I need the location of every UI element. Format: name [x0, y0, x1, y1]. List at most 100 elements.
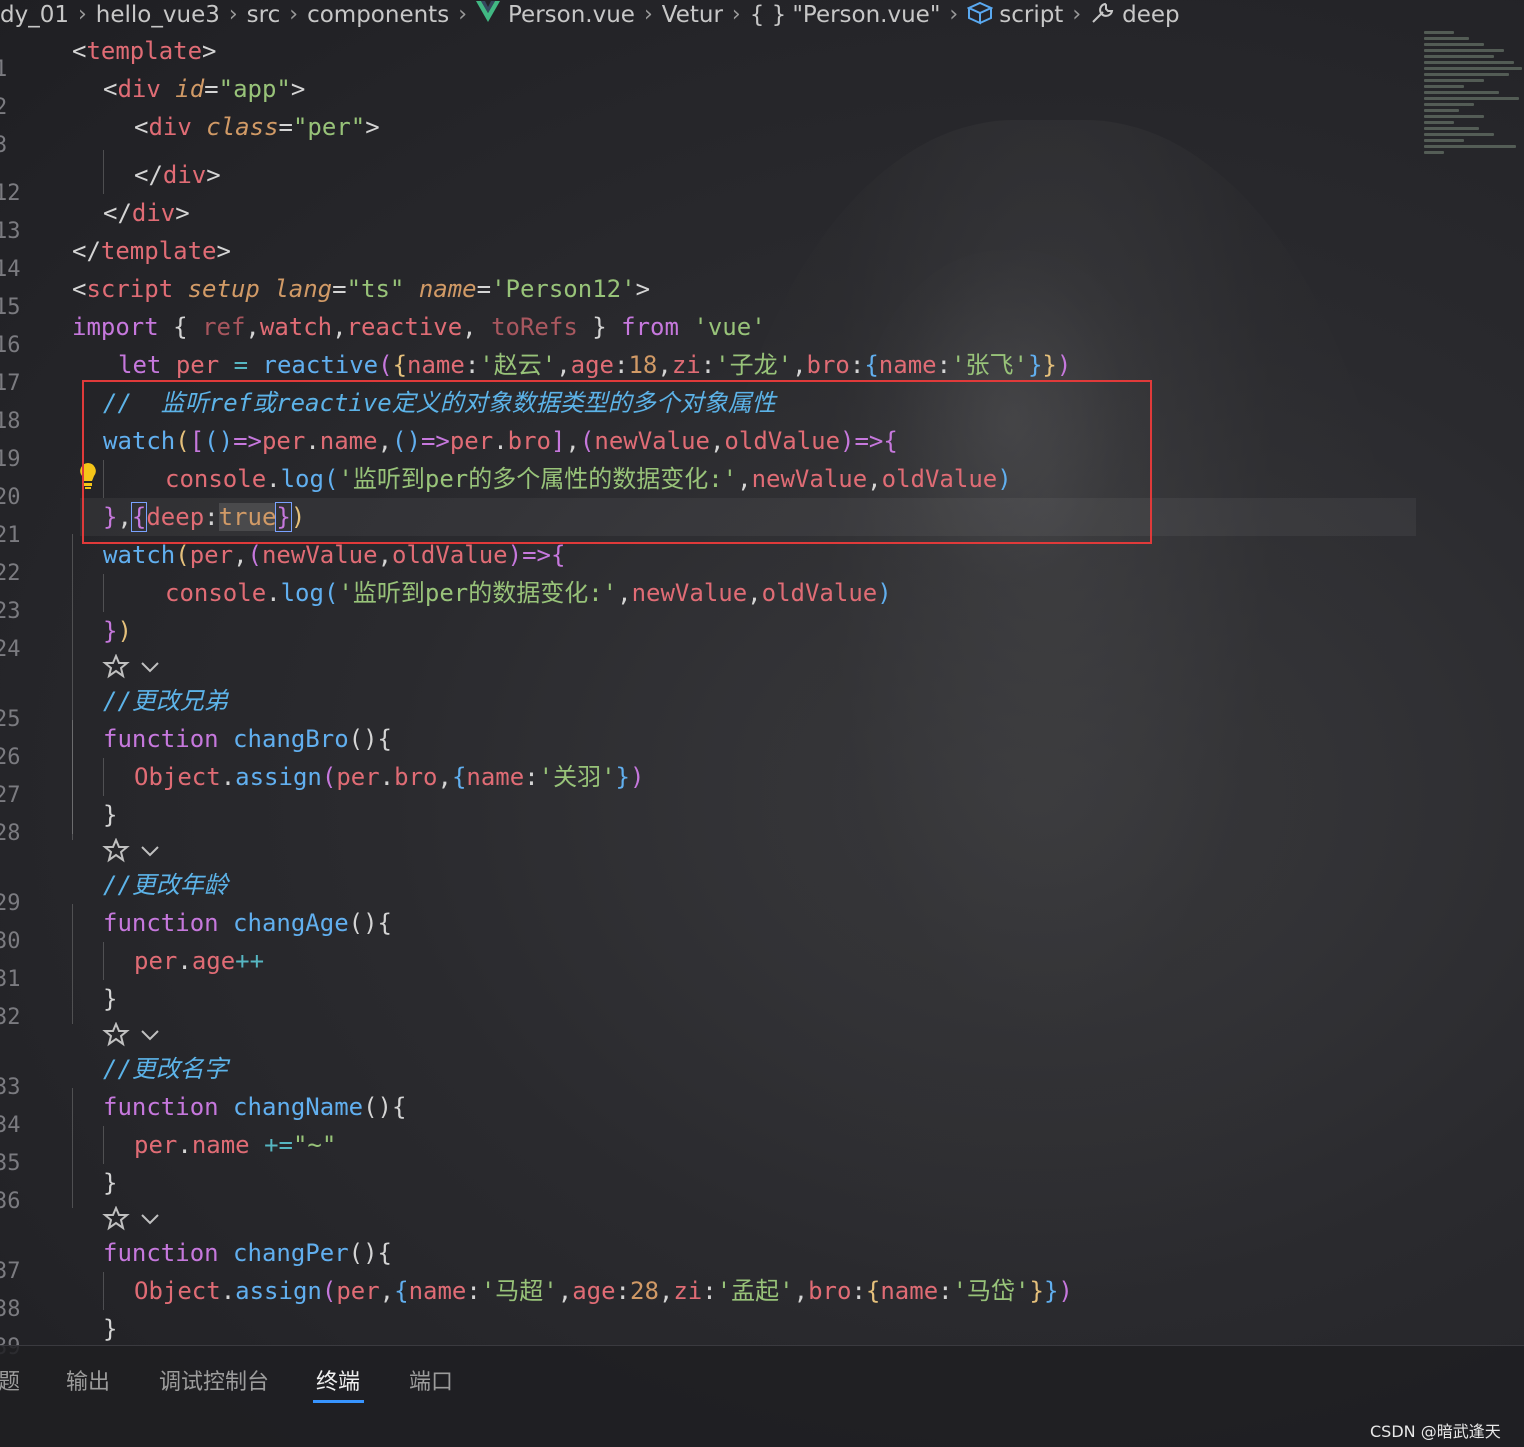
code-text: let per = reactive({name:'赵云',age:18,zi:… [118, 351, 1072, 379]
breadcrumb-item-folder[interactable]: hello_vue3 [96, 3, 220, 27]
chevron-right-icon: › [731, 2, 741, 27]
lightbulb-icon[interactable] [78, 461, 98, 491]
code-text: }) [103, 617, 132, 645]
breadcrumb-item-project[interactable]: dy_01 [0, 3, 69, 27]
line-number: 24 [0, 637, 21, 662]
code-comment: //更改名字 [103, 1055, 228, 1083]
code-line[interactable]: 38 Object.assign(per,{name:'马超',age:28,z… [0, 1272, 1420, 1322]
code-line[interactable]: 27 Object.assign(per.bro,{name:'关羽'}) [0, 758, 1420, 808]
tab-debug-console[interactable]: 调试控制台 [159, 1364, 269, 1404]
code-text: watch(per,(newValue,oldValue)=>{ [103, 541, 566, 569]
code-text: watch([()=>per.name,()=>per.bro],(newVal… [103, 427, 898, 455]
tab-output[interactable]: 输出 [66, 1364, 110, 1404]
code-line[interactable]: 32 } [0, 980, 1420, 1030]
chevron-down-icon [141, 846, 159, 857]
code-line[interactable]: 25 //更改兄弟 [0, 682, 1420, 732]
code-line[interactable]: 19 watch([()=>per.name,()=>per.bro],(new… [0, 422, 1420, 472]
chevron-right-icon: › [289, 2, 299, 27]
code-line[interactable]: 18 // 监听ref或reactive定义的对象数据类型的多个对象属性 [0, 384, 1420, 434]
code-line[interactable]: 1 <template> [0, 32, 1420, 82]
code-line[interactable]: 17 let per = reactive({name:'赵云',age:18,… [0, 346, 1420, 396]
breadcrumb-item-script[interactable]: script [966, 1, 1063, 30]
code-line[interactable]: 20 console.log('监听到per的多个属性的数据变化:',newVa… [0, 460, 1420, 510]
code-text: },{deep:true}) [103, 502, 306, 532]
code-text: function changName(){ [103, 1093, 407, 1121]
chevron-down-icon [141, 662, 159, 673]
codelens[interactable] [102, 836, 160, 866]
code-text: <div id="app"> [103, 75, 306, 103]
tab-terminal[interactable]: 终端 [316, 1364, 360, 1404]
editor-window: dy_01 › hello_vue3 › src › components › … [0, 0, 1524, 1447]
braces-icon: { } [749, 2, 787, 28]
code-comment: //更改兄弟 [103, 687, 228, 715]
code-line[interactable]: 16 import { ref,watch,reactive, toRefs }… [0, 308, 1420, 358]
code-line[interactable]: 12 </div> [0, 156, 1420, 206]
codelens[interactable] [102, 1204, 160, 1234]
wrench-icon [1090, 1, 1116, 30]
code-line[interactable]: 36 } [0, 1164, 1420, 1214]
breadcrumb-item-file[interactable]: Person.vue [476, 1, 635, 29]
codelens[interactable] [102, 1020, 160, 1050]
line-number: 28 [0, 821, 21, 846]
sparkle-icon [102, 654, 130, 679]
code-text: <template> [72, 37, 217, 65]
code-text: console.log('监听到per的多个属性的数据变化:',newValue… [165, 465, 1012, 493]
terminal-output[interactable] [0, 1436, 900, 1447]
breadcrumb: dy_01 › hello_vue3 › src › components › … [0, 0, 1420, 30]
line-number: 36 [0, 1189, 21, 1214]
code-line[interactable]: 23 console.log('监听到per的数据变化:',newValue,o… [0, 574, 1420, 624]
code-comment: // 监听ref或reactive定义的对象数据类型的多个对象属性 [103, 389, 776, 417]
code-line[interactable]: 30 function changAge(){ [0, 904, 1420, 954]
breadcrumb-item-components[interactable]: components [307, 3, 449, 27]
active-tab-indicator [313, 1400, 364, 1403]
code-line[interactable]: 22 watch(per,(newValue,oldValue)=>{ [0, 536, 1420, 586]
codelens[interactable] [102, 652, 160, 682]
breadcrumb-item-deep[interactable]: deep [1090, 1, 1180, 30]
line-number: 32 [0, 1005, 21, 1030]
minimap[interactable] [1424, 28, 1524, 213]
code-line[interactable]: 34 function changName(){ [0, 1088, 1420, 1138]
code-line[interactable]: 31 per.age++ [0, 942, 1420, 992]
code-text: function changBro(){ [103, 725, 392, 753]
breadcrumb-item-src[interactable]: src [247, 3, 281, 27]
code-text: function changAge(){ [103, 909, 392, 937]
code-line[interactable]: 21 },{deep:true}) [0, 498, 1420, 548]
cube-icon [966, 1, 994, 30]
chevron-right-icon: › [228, 2, 238, 27]
code-line[interactable]: 39 } [0, 1310, 1420, 1360]
code-text: <script setup lang="ts" name='Person12'> [72, 275, 651, 303]
code-line[interactable]: 35 per.name +="~" [0, 1126, 1420, 1176]
breadcrumb-item-module[interactable]: { } "Person.vue" [750, 3, 941, 27]
tab-problems[interactable]: 题 [0, 1364, 20, 1404]
code-text: } [103, 801, 118, 829]
code-line[interactable]: 33 //更改名字 [0, 1050, 1420, 1100]
code-line[interactable]: 15 <script setup lang="ts" name='Person1… [0, 270, 1420, 320]
code-line[interactable]: 13 </div> [0, 194, 1420, 244]
chevron-down-icon [141, 1030, 159, 1041]
code-text: </template> [72, 237, 231, 265]
chevron-right-icon: › [1072, 2, 1082, 27]
code-text: per.name +="~" [134, 1131, 337, 1159]
code-line[interactable]: 29 //更改年龄 [0, 866, 1420, 916]
code-text: function changPer(){ [103, 1239, 392, 1267]
code-line[interactable]: 28 } [0, 796, 1420, 846]
code-line[interactable]: 37 function changPer(){ [0, 1234, 1420, 1284]
code-text: } [103, 1315, 118, 1343]
code-text: } [103, 985, 118, 1013]
code-line[interactable]: 14 </template> [0, 232, 1420, 282]
vue-logo-icon [476, 1, 500, 29]
code-line[interactable]: 26 function changBro(){ [0, 720, 1420, 770]
code-text: } [103, 1169, 118, 1197]
chevron-down-icon [141, 1214, 159, 1225]
code-line[interactable]: 24 }) [0, 612, 1420, 662]
chevron-right-icon: › [949, 2, 959, 27]
sparkle-icon [102, 1206, 130, 1231]
tab-ports[interactable]: 端口 [409, 1364, 453, 1404]
watermark: CSDN @暗武逢天 [1370, 1422, 1501, 1441]
code-comment: //更改年龄 [103, 871, 228, 899]
code-line[interactable]: 2 <div id="app"> [0, 70, 1420, 120]
code-line[interactable]: 3 <div class="per"> [0, 108, 1420, 158]
chevron-right-icon: › [77, 2, 87, 27]
breadcrumb-item-vetur[interactable]: Vetur [662, 3, 723, 27]
sparkle-icon [102, 1022, 130, 1047]
